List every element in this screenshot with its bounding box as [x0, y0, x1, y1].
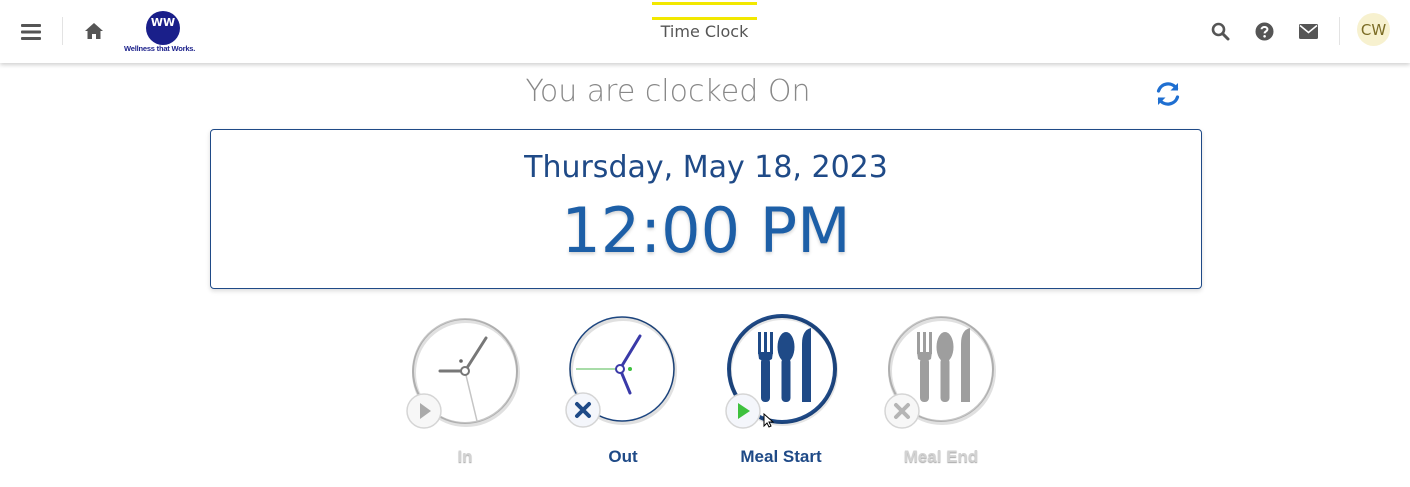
tab-label: Time Clock	[660, 22, 749, 41]
meal-start-button[interactable]: Meal Start	[716, 314, 846, 474]
question-circle-icon[interactable]	[1250, 17, 1278, 45]
current-date: Thursday, May 18, 2023	[524, 150, 888, 185]
meal-start-label: Meal Start	[740, 447, 822, 466]
clock-in-label: In	[457, 447, 473, 466]
clock-out-label: Out	[608, 447, 638, 466]
meal-end-label: Meal End	[903, 447, 979, 466]
search-icon[interactable]	[1206, 17, 1234, 45]
clock-in-button[interactable]: In	[400, 314, 530, 474]
home-icon[interactable]	[80, 17, 108, 45]
clock-out-button[interactable]: Out	[558, 314, 688, 474]
current-time-panel: Thursday, May 18, 2023 12:00 PM	[210, 129, 1202, 289]
clock-status-text: You are clocked On	[525, 74, 811, 109]
header-divider	[1339, 17, 1340, 45]
hamburger-menu-icon[interactable]	[16, 17, 46, 47]
header-divider	[62, 17, 63, 45]
logo-tagline: Wellness that Works.	[124, 44, 196, 53]
logo-mark: WW	[146, 11, 180, 45]
tab-active-indicator	[652, 2, 757, 5]
company-logo[interactable]: WW Wellness that Works.	[124, 11, 204, 55]
tab-underline	[652, 17, 757, 20]
refresh-icon[interactable]	[1152, 78, 1184, 110]
user-avatar[interactable]: CW	[1357, 13, 1390, 46]
meal-end-button[interactable]: Meal End	[876, 314, 1006, 474]
envelope-icon[interactable]	[1294, 17, 1322, 45]
tab-time-clock[interactable]: Time Clock	[652, 0, 757, 63]
logo-mark-text: WW	[150, 16, 176, 29]
current-time: 12:00 PM	[561, 194, 851, 267]
top-navigation-bar: WW Wellness that Works. Time Clock CW	[0, 0, 1410, 63]
